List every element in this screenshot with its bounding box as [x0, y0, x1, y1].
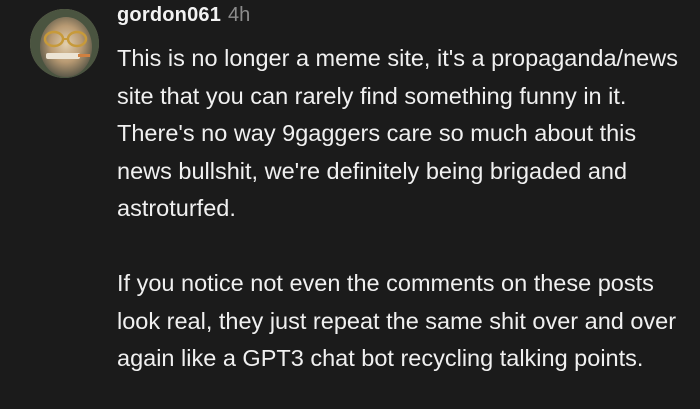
comment-paragraph-2: If you notice not even the comments on t… [117, 270, 677, 371]
comment-card: gordon061 4h This is no longer a meme si… [0, 0, 700, 409]
timestamp: 4h [228, 4, 251, 26]
username-link[interactable]: gordon061 [117, 4, 221, 27]
comment-meta: gordon061 4h [117, 4, 680, 36]
comment-body: This is no longer a meme site, it's a pr… [117, 40, 680, 378]
avatar-photo-icon [30, 9, 99, 78]
comment-content: gordon061 4h This is no longer a meme si… [117, 4, 680, 378]
comment-paragraph-1: This is no longer a meme site, it's a pr… [117, 45, 678, 221]
user-avatar[interactable] [30, 9, 99, 78]
